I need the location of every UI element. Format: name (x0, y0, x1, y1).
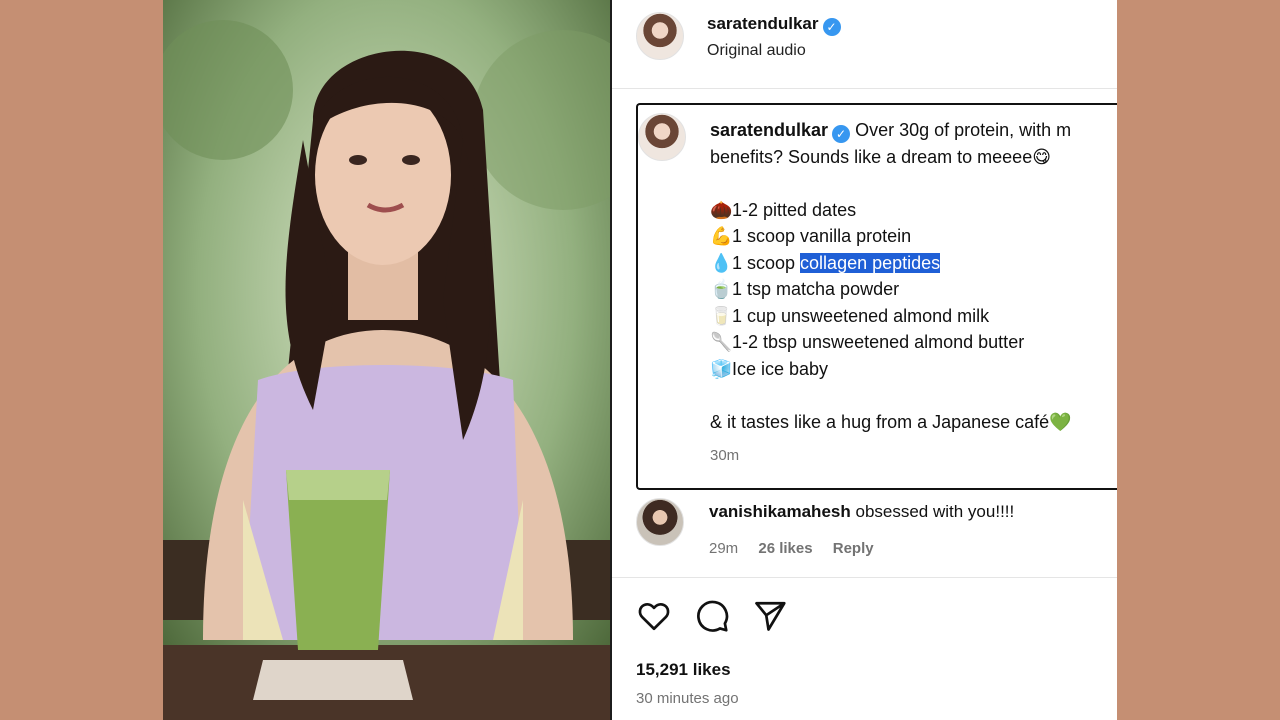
comment-meta: 29m 26 likes Reply (709, 540, 890, 557)
send-icon[interactable] (752, 598, 788, 634)
ingredient-emoji-icon: 🍵 (710, 279, 733, 299)
post-timestamp: 30 minutes ago (636, 690, 739, 707)
caption-highlight-box: saratendulkar ✓ Over 30g of protein, with… (636, 103, 1117, 490)
ingredient-emoji-icon: 🧊 (710, 358, 733, 379)
ingredient-text: 1 scoop vanilla protein (732, 226, 912, 246)
ingredient-text: 1-2 pitted dates (732, 199, 857, 220)
caption-line-1: saratendulkar ✓ Over 30g of protein, with… (710, 117, 1117, 144)
likes-count[interactable]: 15,291 likes (636, 660, 731, 680)
ingredient-text: 1 tsp matcha powder (732, 279, 900, 299)
caption-gap-2 (710, 382, 1117, 409)
author-username[interactable]: saratendulkar ✓ (707, 14, 841, 36)
post-photo[interactable] (163, 0, 610, 720)
caption-avatar[interactable] (638, 113, 686, 161)
ingredient-line: 🥄1-2 tbsp unsweetened almond butter (710, 329, 1117, 356)
caption-text-line2: benefits? Sounds like a dream to meeee (710, 146, 1033, 167)
ingredient-line: 🥛1 cup unsweetened almond milk (710, 303, 1117, 330)
heart-icon[interactable] (636, 598, 672, 634)
post-frame: saratendulkar ✓ Original audio saratendul… (163, 0, 1117, 720)
comment: vanishikamahesh obsessed with you!!!! (709, 502, 1014, 522)
comment-icon[interactable] (694, 598, 730, 634)
caption-verified-icon: ✓ (832, 125, 851, 143)
ingredient-text: Ice ice baby (732, 358, 829, 379)
action-bar (636, 598, 788, 634)
caption-closing: & it tastes like a hug from a Japanese c… (710, 409, 1117, 436)
caption-text: saratendulkar ✓ Over 30g of protein, with… (710, 117, 1117, 470)
audio-label[interactable]: Original audio (707, 42, 806, 60)
caption-text-line1: Over 30g of protein, with m (855, 120, 1072, 140)
ingredient-text: 1-2 tbsp unsweetened almond butter (732, 332, 1025, 352)
comment-likes[interactable]: 26 likes (758, 540, 812, 557)
header-divider (612, 88, 1117, 89)
author-avatar[interactable] (636, 12, 684, 60)
verified-badge-icon: ✓ (822, 18, 841, 36)
ingredient-line: 🧊Ice ice baby (710, 356, 1117, 383)
caption-line-2: benefits? Sounds like a dream to meeee😋 (710, 144, 1117, 171)
ingredient-line: 🌰1-2 pitted dates (710, 197, 1117, 224)
photo-illustration (163, 0, 610, 720)
comment-body: obsessed with you!!!! (855, 502, 1015, 521)
author-username-text[interactable]: saratendulkar (707, 14, 819, 33)
ingredient-emoji-icon: 🥛 (710, 305, 733, 326)
ingredient-list: 🌰1-2 pitted dates 💪1 scoop vanilla protei… (710, 197, 1117, 383)
caption-username[interactable]: saratendulkar (710, 120, 828, 140)
green-heart-emoji-icon: 💚 (1049, 411, 1072, 432)
ingredient-text: 1 scoop (732, 252, 801, 273)
commenter-avatar[interactable] (636, 498, 684, 546)
selected-text[interactable]: collagen peptides (800, 252, 941, 273)
ingredient-line: 💧1 scoop collagen peptides (710, 250, 1117, 277)
ingredient-line: 🍵1 tsp matcha powder (710, 276, 1117, 303)
ingredient-emoji-icon: 💪 (710, 226, 733, 246)
caption-closing-text: & it tastes like a hug from a Japanese c… (710, 411, 1050, 432)
post-panel: saratendulkar ✓ Original audio saratendul… (612, 0, 1117, 720)
caption-gap (710, 170, 1117, 197)
actions-divider (612, 577, 1117, 578)
ingredient-emoji-icon: 💧 (710, 252, 733, 273)
caption-time: 30m (710, 447, 740, 464)
comment-reply-button[interactable]: Reply (833, 540, 874, 557)
ingredient-text: 1 cup unsweetened almond milk (732, 305, 990, 326)
ingredient-emoji-icon: 🥄 (710, 332, 733, 352)
commenter-username[interactable]: vanishikamahesh (709, 502, 851, 521)
ingredient-emoji-icon: 🌰 (710, 199, 733, 220)
comment-time: 29m (709, 540, 739, 557)
ingredient-line: 💪1 scoop vanilla protein (710, 223, 1117, 250)
yum-emoji-icon: 😋 (1032, 146, 1051, 167)
